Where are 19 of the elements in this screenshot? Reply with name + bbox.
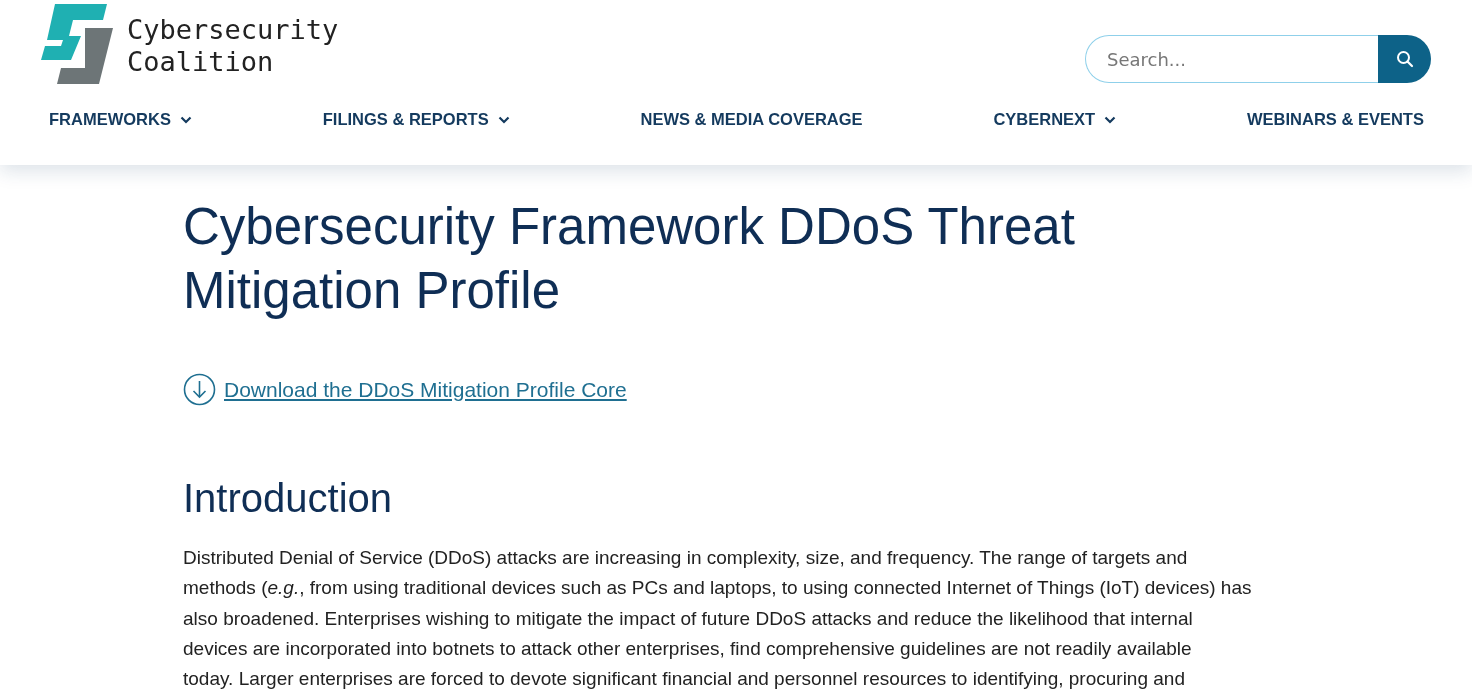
intro-paragraph: Distributed Denial of Service (DDoS) attacks are increasing in complexity, size, and frequency. The range of targets and methods (e.g., from using traditional devices such as PCs and laptops, to using connected Internet of Things (IoT) devices) has also broadened. Enterprises wishing to mitigate the impact of future DDoS attacks and reduce the likelihood that internal devices are incorporated into botnets to attack other enterprises, find comprehensive guidelines are not readily available today. Larger enterprises are forced to devote significant financial and personnel resources to identifying, procuring and (183, 546, 1253, 692)
logo-text[interactable]: Coalition (127, 46, 339, 78)
chevron-down-icon (1104, 115, 1117, 124)
nav-link[interactable]: FRAMEWORKS (49, 110, 192, 129)
nav-link[interactable]: CYBERNEXT (993, 110, 1117, 129)
logo-text[interactable]: Cybersecurity (127, 14, 339, 46)
chevron-down-icon (497, 115, 510, 124)
search-field[interactable]: Search... (1085, 35, 1378, 83)
download-icon[interactable] (183, 373, 216, 406)
nav-link[interactable]: FILINGS & REPORTS (322, 110, 510, 129)
nav-link[interactable]: WEBINARS & EVENTS (1247, 110, 1424, 129)
section-heading: Introduction (183, 476, 394, 521)
nav-link[interactable]: NEWS & MEDIA COVERAGE (640, 110, 863, 129)
search-button[interactable] (1378, 35, 1431, 83)
logo-icon[interactable] (41, 2, 113, 86)
search-icon (1395, 50, 1414, 68)
page-title: Cybersecurity Framework DDoS Threat Mitigation Profile (183, 197, 1076, 321)
chevron-down-icon (179, 115, 192, 124)
download-link[interactable]: Download the DDoS Mitigation Profile Core (224, 377, 627, 402)
